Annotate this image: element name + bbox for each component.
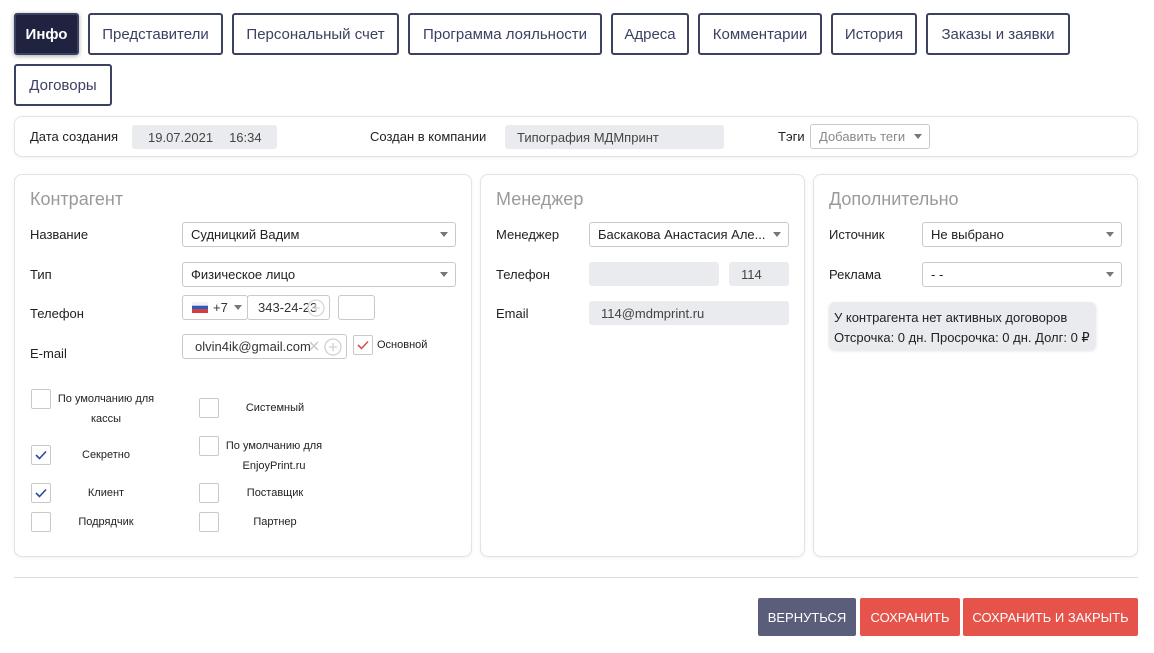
client-checkbox[interactable] [31, 483, 51, 503]
supplier-label: Поставщик [246, 487, 304, 499]
ads-select[interactable]: - - [922, 262, 1122, 287]
ads-value: - - [931, 267, 944, 282]
chevron-down-icon [233, 305, 242, 310]
secret-checkbox[interactable] [31, 445, 51, 465]
company-label: Создан в компании [370, 129, 487, 144]
phone-code: +7 [213, 300, 228, 315]
created-datetime: 19.07.2021 16:34 [132, 125, 277, 149]
tab-representatives[interactable]: Представители [88, 13, 223, 55]
chevron-down-icon [914, 134, 922, 139]
tab-personal-account[interactable]: Персональный счет [232, 13, 399, 55]
add-circle-icon[interactable] [323, 337, 343, 357]
contracts-status-line2: Отсрочка: 0 дн. Просрочка: 0 дн. Долг: 0… [834, 330, 1090, 345]
manager-phone-label: Телефон [496, 267, 550, 282]
supplier-checkbox[interactable] [199, 483, 219, 503]
partner-checkbox[interactable] [199, 512, 219, 532]
default-cash-label: По умолчанию для кассы [57, 393, 155, 425]
manager-email-value: 114@mdmprint.ru [589, 301, 789, 325]
tags-label: Тэги [778, 129, 805, 144]
manager-title: Менеджер [496, 189, 584, 209]
secret-label: Секретно [82, 449, 130, 461]
type-select[interactable]: Физическое лицо [182, 262, 456, 287]
created-label: Дата создания [30, 129, 119, 144]
chevron-down-icon [773, 232, 781, 237]
manager-email-label: Email [496, 306, 529, 321]
client-label: Клиент [87, 487, 125, 499]
tab-comments[interactable]: Комментарии [698, 13, 822, 55]
tab-contracts[interactable]: Договоры [14, 64, 112, 106]
name-label: Название [30, 227, 89, 242]
chevron-down-icon [1106, 232, 1114, 237]
default-enjoyprint-checkbox[interactable] [199, 436, 219, 456]
name-select[interactable]: Судницкий Вадим [182, 222, 456, 247]
contractor-title: Контрагент [30, 189, 124, 209]
tab-addresses[interactable]: Адреса [611, 13, 689, 55]
tags-select[interactable]: Добавить теги [810, 124, 930, 149]
tab-loyalty-program[interactable]: Программа лояльности [408, 13, 602, 55]
ads-label: Реклама [829, 267, 882, 282]
chevron-down-icon [1106, 272, 1114, 277]
contractor-checkbox[interactable] [31, 512, 51, 532]
created-time: 16:34 [229, 129, 262, 145]
source-select[interactable]: Не выбрано [922, 222, 1122, 247]
check-icon [357, 340, 369, 350]
source-value: Не выбрано [931, 227, 1004, 242]
type-label: Тип [30, 267, 52, 282]
phone-label: Телефон [30, 306, 84, 321]
add-circle-icon[interactable] [306, 298, 326, 318]
contractor-flag-label: Подрядчик [78, 516, 134, 528]
check-icon [35, 450, 47, 460]
default-cash-checkbox[interactable] [31, 389, 51, 409]
email-primary-label: Основной [377, 339, 428, 351]
russia-flag-icon [192, 302, 208, 313]
system-label: Системный [245, 402, 305, 414]
email-primary-checkbox[interactable] [353, 335, 373, 355]
default-enjoyprint-label: По умолчанию для EnjoyPrint.ru [225, 440, 323, 472]
manager-label: Менеджер [496, 227, 560, 242]
email-value: olvin4ik@gmail.com [195, 339, 311, 354]
tab-info[interactable]: Инфо [14, 13, 79, 55]
contracts-status-line1: У контрагента нет активных договоров [834, 310, 1068, 325]
manager-value: Баскакова Анастасия Але... [598, 227, 766, 242]
chevron-down-icon [440, 232, 448, 237]
save-close-button[interactable]: СОХРАНИТЬ И ЗАКРЫТЬ [963, 598, 1138, 636]
chevron-down-icon [440, 272, 448, 277]
manager-phone-ext: 114 [729, 262, 789, 286]
email-label: E-mail [30, 346, 67, 361]
contracts-status-box: У контрагента нет активных договоров Отс… [829, 302, 1096, 350]
manager-phone-value [589, 262, 719, 286]
clear-icon[interactable] [308, 340, 320, 352]
source-label: Источник [829, 227, 885, 242]
created-date: 19.07.2021 [148, 129, 214, 145]
additional-title: Дополнительно [829, 189, 959, 209]
phone-country-select[interactable]: +7 [182, 295, 248, 320]
partner-label: Партнер [253, 516, 297, 528]
check-icon [35, 488, 47, 498]
footer-divider [14, 577, 1138, 578]
company-value: Типография МДМпринт [505, 125, 724, 149]
tab-orders[interactable]: Заказы и заявки [926, 13, 1070, 55]
manager-select[interactable]: Баскакова Анастасия Але... [589, 222, 789, 247]
type-value: Физическое лицо [191, 267, 296, 282]
back-button[interactable]: ВЕРНУТЬСЯ [758, 598, 856, 636]
tab-history[interactable]: История [831, 13, 917, 55]
save-button[interactable]: СОХРАНИТЬ [860, 598, 960, 636]
phone-ext-input[interactable] [338, 295, 375, 320]
tags-placeholder: Добавить теги [819, 129, 906, 144]
name-value: Судницкий Вадим [191, 227, 300, 242]
system-checkbox[interactable] [199, 398, 219, 418]
